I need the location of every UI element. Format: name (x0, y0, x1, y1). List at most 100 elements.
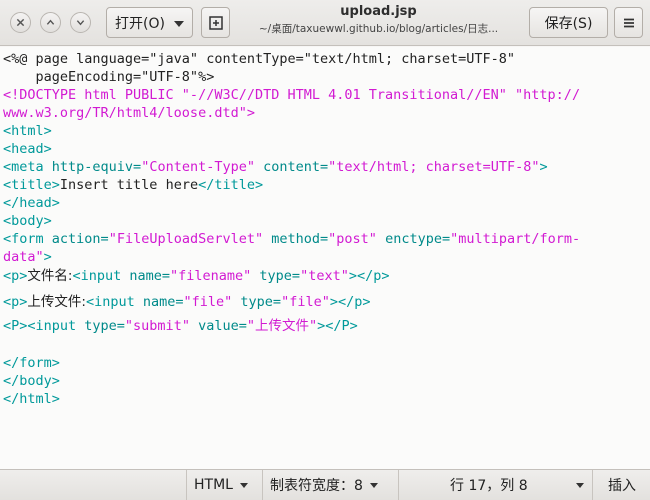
document-title: upload.jsp (340, 4, 417, 19)
code-line[interactable]: </head> (3, 194, 60, 212)
code-token: " (309, 318, 318, 334)
minimize-window-button[interactable] (70, 12, 91, 33)
dropdown-caret-icon (575, 482, 584, 488)
code-line[interactable]: </html> (3, 390, 60, 408)
code-token: value= (189, 318, 247, 334)
code-token: 文件名: (27, 268, 73, 284)
code-line[interactable]: pageEncoding="UTF-8"%> (3, 68, 215, 86)
code-token: type= (251, 268, 301, 284)
code-line[interactable]: data"> (3, 248, 52, 266)
code-line[interactable]: <html> (3, 122, 52, 140)
chevron-up-icon (46, 19, 55, 25)
code-line[interactable]: <meta http-equiv="Content-Type" content=… (3, 158, 548, 176)
insert-mode-label: 插入 (608, 478, 636, 494)
header-bar: 打开(O) upload.jsp ~/桌面/taxuewwl.github.io… (0, 0, 650, 46)
code-token: </html> (3, 391, 60, 407)
code-token: 上传文件 (255, 318, 309, 334)
code-token: "multipart/form- (450, 231, 581, 247)
code-token: 上传文件: (27, 294, 86, 310)
code-token: Insert title here (59, 177, 199, 193)
code-token: > (43, 249, 52, 265)
insert-mode-toggle[interactable]: 插入 (608, 470, 636, 500)
code-token: ></P> (317, 318, 358, 334)
code-token: <input (72, 268, 130, 284)
code-token: "text" (300, 268, 349, 284)
document-path: ~/桌面/taxuewwl.github.io/blog/articles/日志… (258, 23, 499, 35)
status-bar: HTML 制表符宽度：8 行 17，列 8 插入 (0, 469, 650, 500)
code-line[interactable]: <p>上传文件:<input name="file" type="file"><… (3, 293, 370, 311)
close-window-button[interactable] (10, 12, 31, 33)
code-token: <P><input (3, 318, 85, 334)
document-title-area: upload.jsp ~/桌面/taxuewwl.github.io/blog/… (236, 3, 521, 37)
code-token: </body> (3, 373, 60, 389)
code-token: <title> (3, 177, 60, 193)
code-token: name= (142, 294, 184, 310)
close-icon (16, 18, 25, 27)
code-token: "FileUploadServlet" (108, 231, 264, 247)
code-token: <meta (3, 159, 52, 175)
code-line[interactable]: <body> (3, 212, 52, 230)
code-token: <!DOCTYPE html PUBLIC "-//W3C//DTD HTML … (3, 87, 581, 103)
code-token: "submit" (124, 318, 190, 334)
code-line[interactable]: <head> (3, 140, 52, 158)
code-line[interactable]: <title>Insert title here</title> (3, 176, 263, 194)
code-token: type= (232, 294, 282, 310)
code-token: </head> (3, 195, 60, 211)
code-line[interactable]: <p>文件名:<input name="filename" type="text… (3, 267, 389, 285)
code-token: content= (254, 159, 329, 175)
open-button-label: 打开(O) (115, 15, 165, 32)
cursor-position-selector[interactable]: 行 17，列 8 (450, 470, 584, 500)
code-line[interactable]: <%@ page language="java" contentType="te… (3, 50, 515, 68)
code-token: <%@ page language="java" contentType="te… (3, 51, 516, 67)
code-token: pageEncoding="UTF-8"%> (3, 69, 215, 85)
dropdown-caret-icon (239, 482, 248, 488)
status-divider (398, 470, 399, 500)
chevron-down-icon (76, 20, 85, 26)
code-editor[interactable]: <%@ page language="java" contentType="te… (0, 47, 650, 469)
code-token: method= (263, 231, 329, 247)
code-token: name= (129, 268, 170, 284)
code-token: <input (85, 294, 143, 310)
dropdown-caret-icon (174, 21, 184, 27)
code-token: <p> (3, 294, 28, 310)
code-token: <html> (3, 123, 52, 139)
code-token: ></p> (329, 294, 371, 310)
code-token: <body> (3, 213, 52, 229)
status-divider (262, 470, 263, 500)
status-divider (592, 470, 593, 500)
language-selector[interactable]: HTML (194, 470, 248, 500)
code-token: http-equiv= (51, 159, 142, 175)
code-token: "file" (281, 294, 330, 310)
status-divider (186, 470, 187, 500)
code-line[interactable]: </form> (3, 354, 60, 372)
code-line[interactable]: <form action="FileUploadServlet" method=… (3, 230, 580, 248)
code-line[interactable]: <!DOCTYPE html PUBLIC "-//W3C//DTD HTML … (3, 86, 580, 104)
code-token: <p> (3, 268, 28, 284)
save-button[interactable]: 保存(S) (529, 7, 608, 38)
maximize-window-button[interactable] (40, 12, 61, 33)
new-document-icon (208, 15, 223, 30)
tab-width-selector[interactable]: 制表符宽度：8 (270, 470, 378, 500)
code-token: > (539, 159, 548, 175)
code-token: enctype= (376, 231, 451, 247)
code-token: "post" (328, 231, 377, 247)
open-button[interactable]: 打开(O) (106, 7, 193, 38)
code-token: www.w3.org/TR/html4/loose.dtd"> (3, 105, 255, 121)
code-token: </title> (198, 177, 264, 193)
code-line[interactable]: </body> (3, 372, 60, 390)
code-token: action= (51, 231, 109, 247)
new-document-button[interactable] (201, 7, 230, 38)
cursor-position-label: 行 17，列 8 (450, 478, 528, 494)
code-token: <head> (3, 141, 52, 157)
tab-width-label: 制表符宽度：8 (270, 478, 363, 494)
code-line[interactable]: <P><input type="submit" value="上传文件"></P… (3, 317, 358, 335)
hamburger-menu-icon (623, 18, 634, 27)
code-token: "text/html; charset=UTF-8" (328, 159, 540, 175)
code-token: <form (3, 231, 52, 247)
code-token: "file" (183, 294, 233, 310)
code-token: ></p> (348, 268, 390, 284)
language-label: HTML (194, 477, 233, 493)
menu-button[interactable] (614, 7, 643, 38)
code-line[interactable]: www.w3.org/TR/html4/loose.dtd"> (3, 104, 255, 122)
code-token: " (246, 318, 255, 334)
